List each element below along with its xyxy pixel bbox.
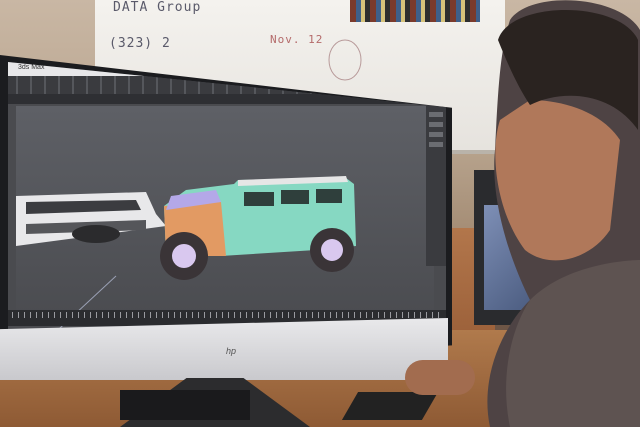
whiteboard-text-1: DATA Group [113,0,202,15]
trailer-wheel [72,225,120,243]
hand [405,360,475,395]
panel-row[interactable] [429,142,443,147]
mouse-pad [341,392,439,420]
command-panel[interactable] [426,106,446,266]
student [487,0,640,427]
window-1 [244,192,274,206]
book-shelf [350,0,480,22]
window-3 [316,189,342,203]
panel-row[interactable] [429,122,443,127]
rear-rim [321,239,343,261]
timeline-ticks [12,312,442,318]
hp-logo: hp [226,346,237,356]
panel-row[interactable] [429,112,443,117]
panel-row[interactable] [429,132,443,137]
whiteboard-text-2: (323) 2 [109,36,171,51]
keyboard [120,390,250,420]
window-2 [281,190,309,204]
whiteboard-red-text: Nov. 12 [270,33,324,46]
monitor-screen: 3ds Max [8,62,446,349]
front-rim [172,244,196,268]
whiteboard-drawing [328,39,362,81]
